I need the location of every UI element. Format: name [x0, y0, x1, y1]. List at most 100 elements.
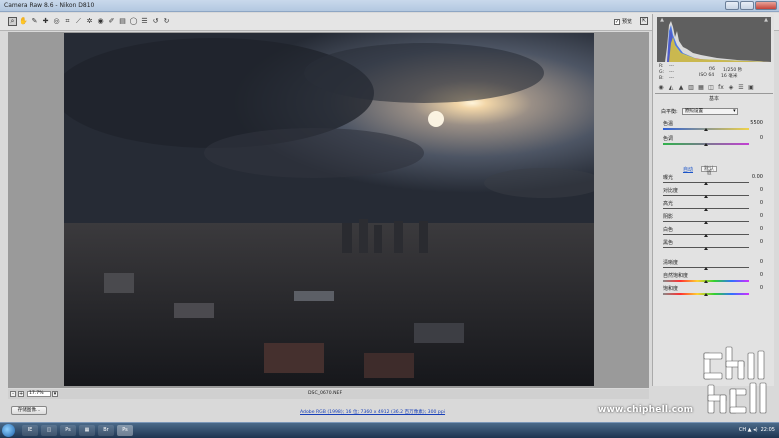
taskbar-app[interactable]: IE — [22, 425, 38, 436]
chiphell-logo — [703, 346, 767, 414]
slider-value-input[interactable]: 0 — [743, 213, 763, 219]
slider-thumb[interactable] — [704, 267, 708, 270]
rotate-right-icon[interactable]: ↻ — [162, 17, 171, 26]
zoom-level-select[interactable]: 17.7% — [27, 391, 51, 397]
white-balance-row: 白平衡: 原照设置 — [661, 107, 769, 115]
slider-label: 对比度 — [663, 188, 679, 194]
zoom-tool-icon[interactable]: ⌕ — [8, 17, 17, 26]
preview-label: 预览 — [622, 19, 633, 25]
straighten-tool-icon[interactable]: ⟋ — [74, 17, 83, 26]
tab-effects-icon[interactable]: fx — [717, 84, 725, 92]
histogram-graph — [665, 21, 771, 62]
minimize-button[interactable] — [725, 1, 739, 10]
slider-thumb[interactable] — [704, 247, 708, 250]
auto-button[interactable]: 自动 — [683, 166, 693, 173]
targeted-adjustment-tool-icon[interactable]: ◎ — [52, 17, 61, 26]
spot-removal-tool-icon[interactable]: ✲ — [85, 17, 94, 26]
fullscreen-icon[interactable]: ⇱ — [640, 17, 648, 25]
slider-thumb[interactable] — [704, 128, 708, 131]
tab-snapshots-icon[interactable]: ▣ — [747, 84, 755, 92]
rotate-left-icon[interactable]: ↺ — [151, 17, 160, 26]
clock[interactable]: 22:05 — [761, 427, 775, 433]
crop-tool-icon[interactable]: ⌗ — [63, 17, 72, 26]
section-title: 基本 — [708, 96, 719, 102]
slider-value-input[interactable]: 0 — [743, 187, 763, 193]
slider-label: 黑色 — [663, 240, 674, 246]
color-sampler-tool-icon[interactable]: ✚ — [41, 17, 50, 26]
tab-basic-icon[interactable]: ◉ — [657, 84, 665, 92]
slider-label: 阴影 — [663, 214, 674, 220]
slider-row: 对比度 0 — [661, 187, 771, 199]
adjustment-panel: ▲ ▲ R: --- G: --- B: --- f/6 1/250 秒 ISO… — [652, 14, 774, 386]
taskbar-app[interactable]: Ps — [117, 425, 133, 436]
file-name: DSC_0670.NEF — [308, 391, 343, 396]
slider-thumb[interactable] — [704, 208, 708, 211]
panel-tabs: ◉ ◭ ▲ ▥ ▦ ◫ fx ◈ ☰ ▣ — [655, 84, 773, 94]
tray-icons[interactable]: CH ▲ ◂) — [739, 427, 758, 433]
close-button[interactable] — [755, 1, 777, 10]
radial-filter-icon[interactable]: ◯ — [129, 17, 138, 26]
slider-value-input[interactable]: 0 — [743, 285, 763, 291]
zoom-in-button[interactable]: + — [18, 391, 24, 397]
slider-value-input[interactable]: 0 — [743, 226, 763, 232]
adjustment-brush-icon[interactable]: ✐ — [107, 17, 116, 26]
slider-value-input[interactable]: 0 — [743, 200, 763, 206]
taskbar-app[interactable]: ▦ — [79, 425, 95, 436]
tab-tone-curve-icon[interactable]: ◭ — [667, 84, 675, 92]
graduated-filter-icon[interactable]: ▤ — [118, 17, 127, 26]
zoom-out-button[interactable]: - — [10, 391, 16, 397]
start-button[interactable] — [2, 424, 15, 437]
preview-checkbox[interactable]: ✓ — [614, 18, 620, 25]
slider-thumb[interactable] — [704, 143, 708, 146]
tab-split-toning-icon[interactable]: ▦ — [697, 84, 705, 92]
shadow-clipping-icon[interactable]: ▲ — [658, 17, 666, 23]
slider-value-input[interactable]: 5500 — [743, 120, 763, 126]
slider-value-input[interactable]: 0 — [743, 239, 763, 245]
preview-canvas[interactable] — [8, 32, 649, 388]
white-balance-select[interactable]: 原照设置 — [681, 107, 738, 115]
white-balance-tool-icon[interactable]: ✎ — [30, 17, 39, 26]
taskbar-app[interactable]: ◫ — [41, 425, 57, 436]
slider-thumb[interactable] — [704, 293, 708, 296]
highlight-clipping-icon[interactable]: ▲ — [762, 17, 770, 23]
slider-row: 清晰度 0 — [661, 259, 771, 271]
slider-label: 自然饱和度 — [663, 273, 689, 279]
g-value: --- — [669, 70, 674, 75]
taskbar-app[interactable]: Ps — [60, 425, 76, 436]
slider-thumb[interactable] — [704, 182, 708, 185]
zoom-dropdown-icon[interactable]: ▾ — [52, 391, 58, 397]
slider-row: 自然饱和度 0 — [661, 272, 771, 284]
taskbar-app[interactable]: Br — [98, 425, 114, 436]
slider-value-input[interactable]: 0 — [743, 272, 763, 278]
tab-detail-icon[interactable]: ▲ — [677, 84, 685, 92]
preview-toggle[interactable]: ✓ 预览 — [614, 18, 632, 25]
r-value: --- — [669, 64, 674, 69]
save-image-button[interactable]: 存储图像... — [11, 406, 47, 415]
b-label: B: — [659, 76, 664, 81]
maximize-button[interactable] — [740, 1, 754, 10]
slider-value-input[interactable]: 0.00 — [743, 174, 763, 180]
iso-value: ISO 64 — [699, 73, 715, 78]
tab-hsl-icon[interactable]: ▥ — [687, 84, 695, 92]
hand-tool-icon[interactable]: ✋ — [19, 17, 28, 26]
slider-thumb[interactable] — [704, 195, 708, 198]
default-button[interactable]: 默认值 — [701, 166, 718, 176]
red-eye-tool-icon[interactable]: ◉ — [96, 17, 105, 26]
slider-value-input[interactable]: 0 — [743, 259, 763, 265]
window-title: Camera Raw 8.6 - Nikon D810 — [4, 2, 95, 9]
tab-camera-calibration-icon[interactable]: ◈ — [727, 84, 735, 92]
focal-length-value: 16 毫米 — [721, 74, 738, 79]
slider-row: 黑色 0 — [661, 239, 771, 251]
slider-value-input[interactable]: 0 — [743, 135, 763, 141]
slider-row: 白色 0 — [661, 226, 771, 238]
slider-thumb[interactable] — [704, 234, 708, 237]
slider-label: 色调 — [663, 136, 674, 142]
tab-lens-icon[interactable]: ◫ — [707, 84, 715, 92]
workflow-options-link[interactable]: Adobe RGB (1998); 16 位; 7360 x 4912 (36.… — [300, 409, 445, 415]
preferences-icon[interactable]: ☰ — [140, 17, 149, 26]
slider-thumb[interactable] — [704, 221, 708, 224]
slider-label: 白色 — [663, 227, 674, 233]
tab-presets-icon[interactable]: ☰ — [737, 84, 745, 92]
slider-thumb[interactable] — [704, 280, 708, 283]
taskbar-apps: IE ◫ Ps ▦ Br Ps — [22, 425, 133, 436]
